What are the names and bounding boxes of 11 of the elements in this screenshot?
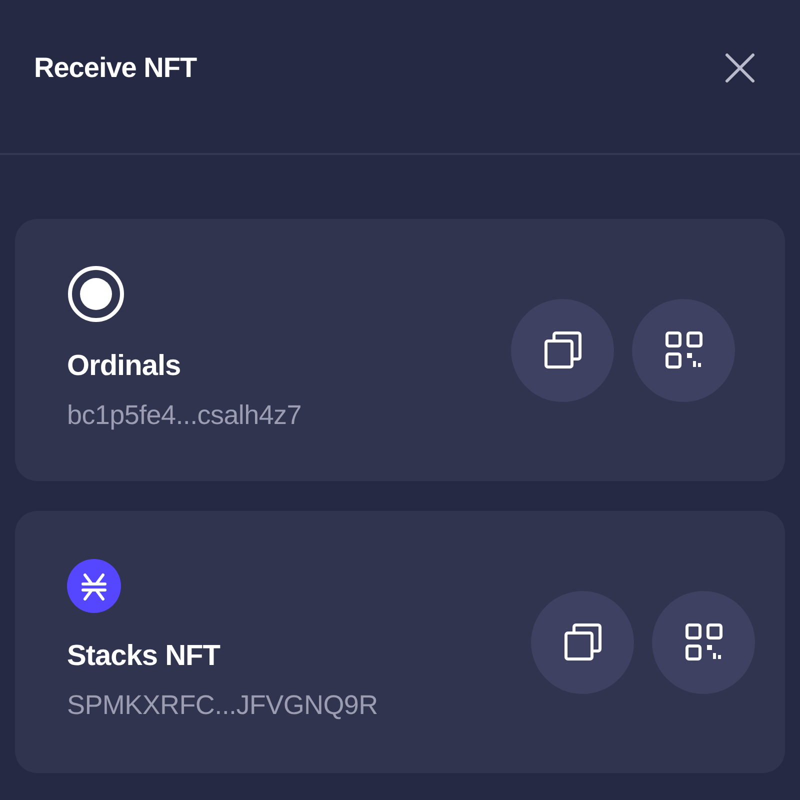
account-address: SPMKXRFC...JFVGNQ9R [67,688,378,722]
ordinals-logo-icon [67,265,125,323]
account-name: Stacks NFT [67,639,222,674]
qr-code-icon [664,331,702,369]
copy-icon [542,330,582,370]
dialog-title: Receive NFT [34,50,197,84]
account-address: bc1p5fe4...csalh4z7 [67,398,302,432]
qr-code-icon [684,623,722,661]
copy-icon [562,622,602,662]
stacks-logo-icon [67,559,121,613]
account-name: Ordinals [67,349,182,384]
